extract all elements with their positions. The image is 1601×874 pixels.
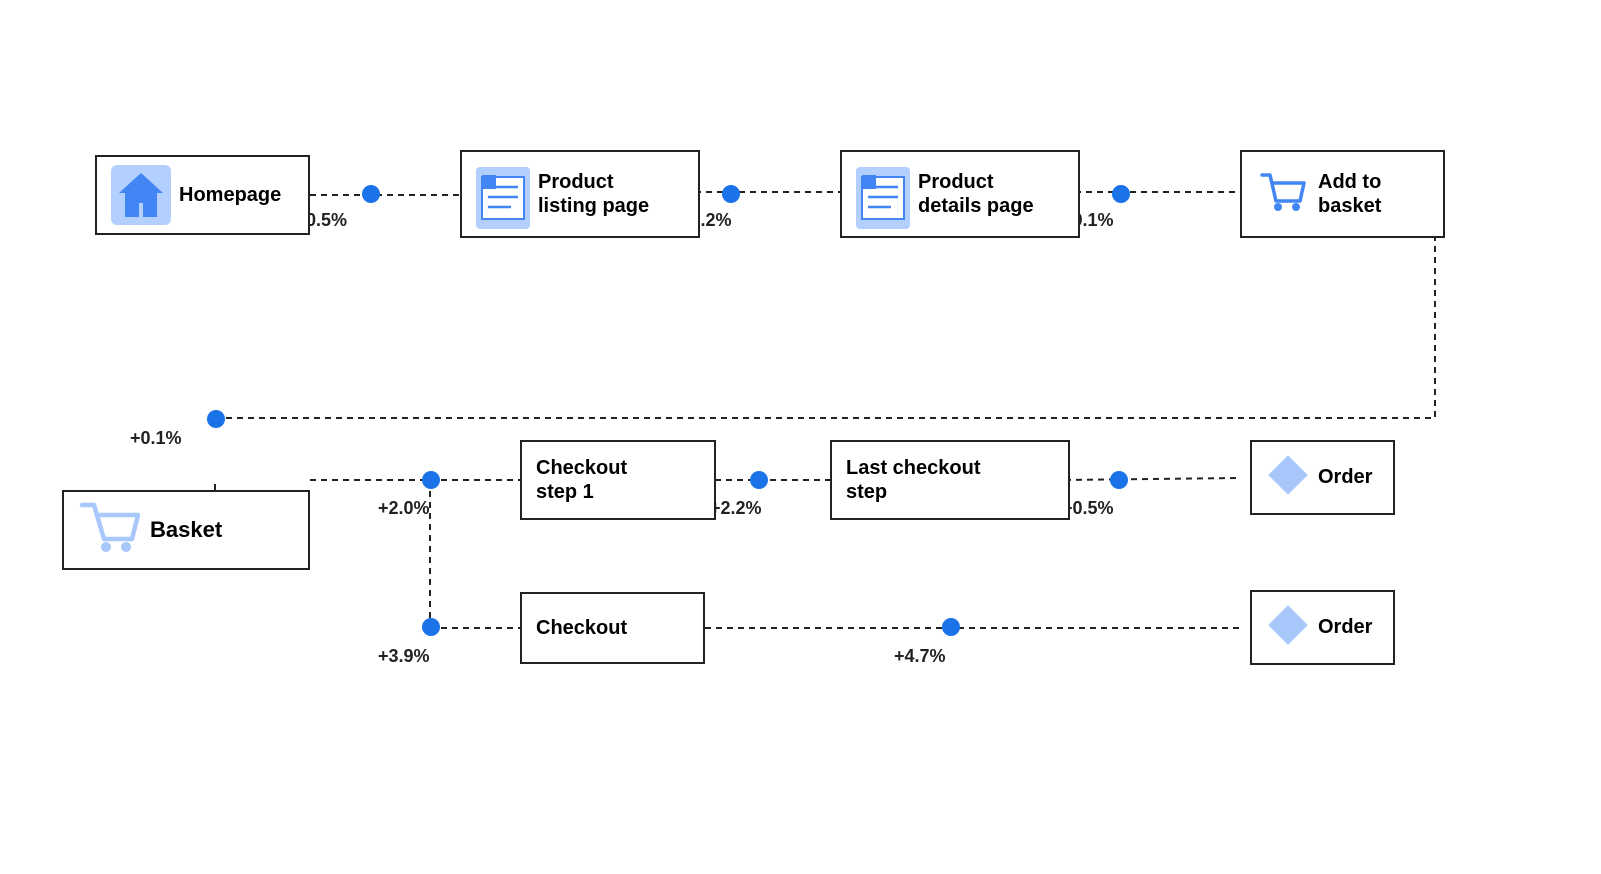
order2-label: Order [1318,616,1372,639]
dot-basket-cs1 [422,471,440,489]
product-details-label: Productdetails page [918,170,1034,218]
last-checkout-node: Last checkoutstep [830,440,1070,520]
diamond2-icon [1266,603,1310,653]
basket-label: Basket [150,517,222,543]
homepage-label: Homepage [179,184,281,207]
basket-node: Basket [62,490,310,570]
product-listing-node: Productlisting page [460,150,700,238]
list-icon [476,167,530,221]
homepage-node: Homepage [95,155,310,235]
label-basket-checkout: +3.9% [378,646,430,667]
dot-atb-basket [207,410,225,428]
last-checkout-label: Last checkoutstep [846,456,980,504]
product-details-node: Productdetails page [840,150,1080,238]
dot-basket-checkout [422,618,440,636]
dot-pdp-atb [1112,185,1130,203]
dot-cs1-lcs [750,471,768,489]
order1-label: Order [1318,466,1372,489]
label-checkout-order2: +4.7% [894,646,946,667]
checkout-node: Checkout [520,592,705,664]
add-to-basket-label: Add tobasket [1318,170,1381,218]
diamond1-icon [1266,453,1310,503]
home-icon [111,165,171,225]
checkout-label: Checkout [536,617,627,640]
order2-node: Order [1250,590,1395,665]
flow-diagram: Homepage Productlisting page [0,0,1601,874]
order1-node: Order [1250,440,1395,515]
dot-lcs-order1 [1110,471,1128,489]
dot-checkout-order2 [942,618,960,636]
dot-hp-plp [362,185,380,203]
details-list-icon [856,167,910,221]
checkout-step1-node: Checkoutstep 1 [520,440,716,520]
add-to-basket-node: Add tobasket [1240,150,1445,238]
label-atb-basket: +0.1% [130,428,182,449]
label-cs1-lcs: +2.2% [710,498,762,519]
flow-lines [0,0,1601,874]
checkout-step1-label: Checkoutstep 1 [536,456,627,504]
product-listing-label: Productlisting page [538,170,649,218]
basket-cart-icon [78,495,142,565]
cart-icon [1256,167,1310,221]
dot-plp-pdp [722,185,740,203]
label-basket-cs1: +2.0% [378,498,430,519]
